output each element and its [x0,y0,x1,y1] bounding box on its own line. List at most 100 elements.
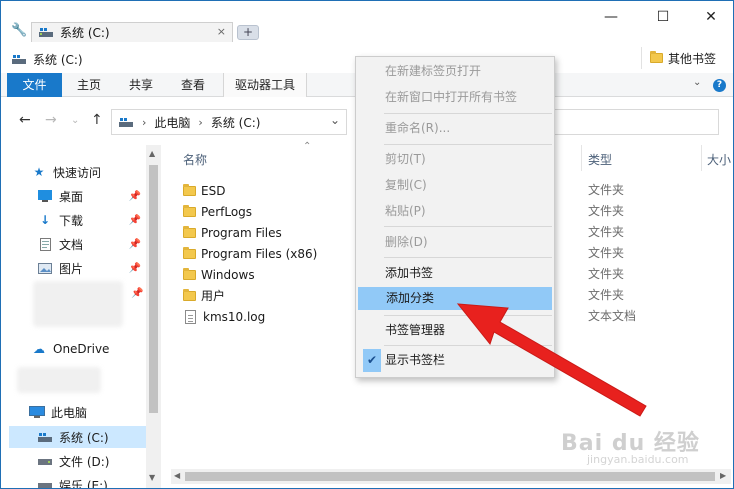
help-icon[interactable]: ? [713,79,726,92]
text-file-icon [185,309,196,324]
table-row[interactable]: PerfLogs [183,201,252,222]
nav-onedrive[interactable]: ☁ OneDrive [31,338,161,360]
nav-label: 文件 (D:) [59,454,110,469]
back-arrow-icon[interactable]: ← [19,112,31,128]
scroll-thumb[interactable] [185,472,715,481]
table-row[interactable]: ESD [183,180,225,201]
menu-item-rename[interactable]: 重命名(R)... [357,117,553,140]
nav-drive-e[interactable]: 娱乐 (E:) [37,474,161,488]
menu-item-show-bookmarks-bar[interactable]: ✔ 显示书签栏 [357,349,553,372]
breadcrumb-this-pc[interactable]: 此电脑 [154,114,190,131]
folder-icon [183,183,196,196]
file-name: PerfLogs [201,204,253,219]
context-menu: 在新建标签页打开 在新窗口中打开所有书签 重命名(R)... 剪切(T) 复制(… [355,56,555,378]
tab-share[interactable]: 共享 [119,73,163,97]
nav-scrollbar[interactable]: ▲ ▼ [146,145,161,488]
menu-item-bookmark-manager[interactable]: 书签管理器 [357,319,553,342]
menu-item-cut[interactable]: 剪切(T) [357,148,553,171]
tab-label: 系统 (C:) [60,26,110,40]
pin-icon[interactable]: 📌 [129,215,141,226]
nav-item-documents[interactable]: 文档 📌 [37,233,145,255]
new-tab-button[interactable]: + [237,25,259,40]
nav-item-pictures[interactable]: 图片 📌 [37,257,145,279]
nav-label: 系统 (C:) [59,430,109,445]
history-chevron-icon[interactable]: ⌄ [71,115,79,126]
sort-up-icon: ⌃ [303,141,312,152]
menu-separator [384,345,552,346]
nav-drive-c[interactable]: 系统 (C:) [9,426,146,448]
table-row[interactable]: Program Files (x86) [183,243,317,264]
scroll-left-icon[interactable]: ◀ [174,471,180,480]
file-name: Windows [201,267,255,282]
blurred-item [17,367,101,393]
scroll-down-icon[interactable]: ▼ [149,473,155,482]
drive-icon [37,430,53,444]
menu-item-open-all-in-new-window[interactable]: 在新窗口中打开所有书签 [357,86,553,109]
bookmark-label: 系统 (C:) [33,53,83,67]
column-header-size[interactable]: 大小 [707,151,731,168]
tab-file[interactable]: 文件 [7,73,62,97]
nav-label: 娱乐 (E:) [59,478,108,489]
download-icon: ↓ [39,213,51,227]
star-icon: ★ [33,165,45,179]
drive-icon [37,454,53,468]
nav-this-pc[interactable]: 此电脑 [29,401,161,423]
file-type: 文件夹 [588,246,625,260]
horizontal-scrollbar[interactable]: ◀ ▶ [171,469,731,484]
menu-item-paste[interactable]: 粘贴(P) [357,200,553,223]
file-type: 文件夹 [588,225,625,239]
pin-icon[interactable]: 📌 [129,239,141,250]
menu-item-add-category[interactable]: 添加分类 [358,287,552,310]
menu-item-delete[interactable]: 删除(D) [357,231,553,254]
file-type: 文件夹 [588,204,625,218]
minimize-button[interactable]: — [591,5,631,31]
menu-item-add-bookmark[interactable]: 添加书签 [357,262,553,285]
breadcrumb-system-c[interactable]: 系统 (C:) [211,114,261,131]
nav-item-downloads[interactable]: ↓ 下载 📌 [37,209,145,231]
file-type: 文本文档 [588,309,637,323]
search-input[interactable] [555,109,719,135]
table-row[interactable]: Program Files [183,222,282,243]
column-divider[interactable] [701,145,702,171]
scroll-thumb[interactable] [149,165,158,413]
nav-quick-access[interactable]: ★ 快速访问 [31,161,161,183]
file-name: kms10.log [203,309,266,324]
nav-item-desktop[interactable]: 桌面 📌 [37,185,145,207]
chevron-down-icon[interactable]: ⌄ [693,77,701,88]
column-divider[interactable] [581,145,582,171]
column-header-name[interactable]: 名称 [183,151,207,168]
close-button[interactable]: ✕ [691,5,731,31]
maximize-button[interactable]: ☐ [643,5,683,31]
up-arrow-icon[interactable]: ↑ [91,112,103,128]
table-row[interactable]: Windows [183,264,255,285]
tab-drive-tools[interactable]: 驱动器工具 [223,73,307,97]
wrench-icon[interactable]: 🔧 [11,23,27,38]
tab-close-icon[interactable]: × [217,25,226,38]
other-bookmarks[interactable]: 其他书签 [641,47,716,69]
chevron-down-icon[interactable]: ⌄ [330,113,340,127]
menu-item-open-in-new-tab[interactable]: 在新建标签页打开 [357,60,553,83]
breadcrumb-separator-icon: › [198,115,203,129]
table-row[interactable]: kms10.log [183,306,265,327]
nav-drive-d[interactable]: 文件 (D:) [37,450,161,472]
menu-item-copy[interactable]: 复制(C) [357,174,553,197]
bookmark-system-c[interactable]: 系统 (C:) [11,51,83,68]
column-header-type[interactable]: 类型 [588,151,612,168]
file-name: 用户 [201,289,226,303]
menu-separator [384,144,552,145]
scroll-up-icon[interactable]: ▲ [149,149,155,158]
forward-arrow-icon[interactable]: → [45,112,57,128]
folder-icon [183,288,196,301]
address-bar[interactable]: › 此电脑 › 系统 (C:) ⌄ [111,109,347,135]
nav-label: 快速访问 [53,165,102,180]
pin-icon[interactable]: 📌 [129,191,141,202]
pin-icon[interactable]: 📌 [129,263,141,274]
folder-icon [183,225,196,238]
scroll-right-icon[interactable]: ▶ [720,471,726,480]
tab-home[interactable]: 主页 [67,73,111,97]
folder-icon [183,267,196,280]
table-row[interactable]: 用户 [183,285,225,306]
tab-system-c[interactable]: 系统 (C:) × [31,22,233,42]
nav-label: 图片 [59,261,84,276]
tab-view[interactable]: 查看 [171,73,215,97]
